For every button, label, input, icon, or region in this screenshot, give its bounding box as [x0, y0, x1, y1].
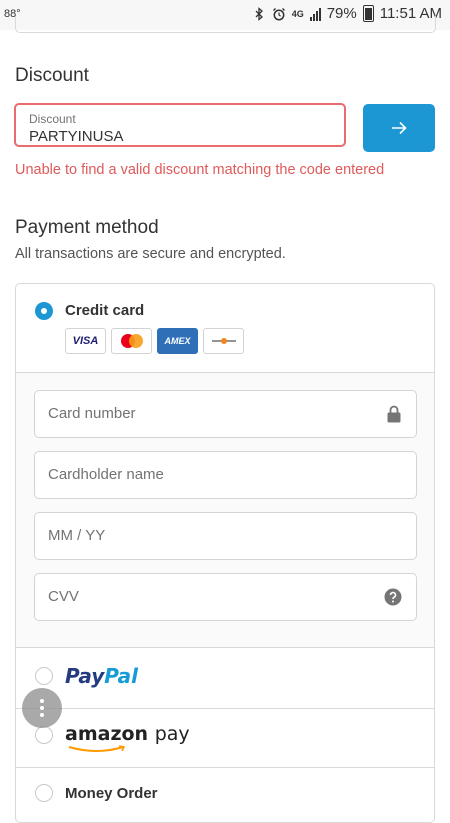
- card-number-placeholder: Card number: [48, 405, 136, 422]
- amazon-pay-radio[interactable]: [35, 726, 53, 744]
- money-order-radio[interactable]: [35, 784, 53, 802]
- cardholder-name-field[interactable]: Cardholder name: [34, 451, 417, 499]
- expiry-placeholder: MM / YY: [48, 527, 106, 544]
- cvv-placeholder: CVV: [48, 588, 79, 605]
- amex-logo: AMEX: [157, 328, 198, 354]
- discover-logo: [203, 328, 244, 354]
- payment-subtitle: All transactions are secure and encrypte…: [15, 246, 286, 262]
- more-options-button[interactable]: [22, 688, 62, 728]
- cvv-field[interactable]: CVV: [34, 573, 417, 621]
- payment-methods: Credit card VISA AMEX Card number Cardho…: [15, 283, 435, 823]
- more-vertical-icon: [40, 699, 44, 703]
- discount-heading: Discount: [15, 65, 89, 86]
- payment-option-amazon-pay[interactable]: amazon pay: [16, 709, 434, 767]
- payment-option-money-order[interactable]: Money Order: [16, 768, 434, 822]
- payment-option-paypal[interactable]: PayPal: [16, 648, 434, 708]
- card-number-field[interactable]: Card number: [34, 390, 417, 438]
- previous-section-card: [15, 16, 436, 33]
- discount-input-label: Discount: [29, 112, 76, 126]
- amazon-pay-logo: amazon pay: [65, 723, 190, 752]
- credit-card-label: Credit card: [65, 302, 145, 319]
- lock-icon: [386, 405, 402, 428]
- card-logos: VISA AMEX: [65, 328, 244, 354]
- money-order-label: Money Order: [65, 785, 158, 802]
- paypal-radio[interactable]: [35, 667, 53, 685]
- amazon-pay-logo-part1: amazon: [65, 723, 149, 745]
- discount-error: Unable to find a valid discount matching…: [15, 162, 385, 178]
- cardholder-name-placeholder: Cardholder name: [48, 466, 164, 483]
- payment-option-credit-card[interactable]: Credit card VISA AMEX: [16, 284, 434, 372]
- arrow-right-icon: [392, 121, 407, 135]
- mastercard-logo: [111, 328, 152, 354]
- discount-input[interactable]: Discount PARTYINUSA: [14, 103, 346, 147]
- discount-input-value[interactable]: PARTYINUSA: [29, 128, 123, 145]
- credit-card-radio[interactable]: [35, 302, 53, 320]
- amazon-smile-icon: [68, 745, 126, 752]
- credit-card-form: Card number Cardholder name MM / YY CVV: [16, 372, 434, 648]
- help-icon[interactable]: [384, 588, 402, 611]
- amazon-pay-logo-part2: pay: [154, 723, 190, 745]
- visa-logo: VISA: [65, 328, 106, 354]
- paypal-logo-part2: Pal: [104, 664, 139, 688]
- apply-discount-button[interactable]: [363, 104, 435, 152]
- paypal-logo: PayPal: [65, 664, 138, 688]
- payment-heading: Payment method: [15, 217, 159, 238]
- paypal-logo-part1: Pay: [65, 664, 105, 688]
- expiry-field[interactable]: MM / YY: [34, 512, 417, 560]
